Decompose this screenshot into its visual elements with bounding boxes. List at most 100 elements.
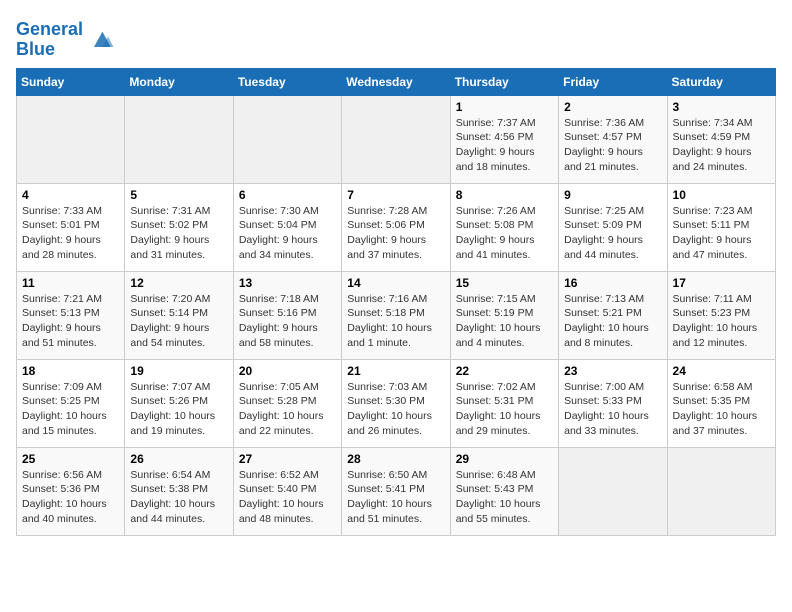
cell-content: Sunrise: 7:34 AM Sunset: 4:59 PM Dayligh… [673, 116, 770, 175]
calendar-cell: 16Sunrise: 7:13 AM Sunset: 5:21 PM Dayli… [559, 271, 667, 359]
calendar-cell: 1Sunrise: 7:37 AM Sunset: 4:56 PM Daylig… [450, 95, 558, 183]
calendar-cell: 17Sunrise: 7:11 AM Sunset: 5:23 PM Dayli… [667, 271, 775, 359]
day-number: 7 [347, 188, 444, 202]
cell-content: Sunrise: 7:16 AM Sunset: 5:18 PM Dayligh… [347, 292, 444, 351]
day-number: 26 [130, 452, 227, 466]
logo-icon [87, 26, 115, 54]
calendar-cell: 3 Sunrise: 7:34 AM Sunset: 4:59 PM Daylig… [667, 95, 775, 183]
cell-content: Sunrise: 6:48 AM Sunset: 5:43 PM Dayligh… [456, 468, 553, 527]
day-number: 25 [22, 452, 119, 466]
cell-content: Sunrise: 7:33 AM Sunset: 5:01 PM Dayligh… [22, 204, 119, 263]
calendar-week-3: 11Sunrise: 7:21 AM Sunset: 5:13 PM Dayli… [17, 271, 776, 359]
calendar-cell: 7 Sunrise: 7:28 AM Sunset: 5:06 PM Daylig… [342, 183, 450, 271]
calendar-cell [342, 95, 450, 183]
day-number: 13 [239, 276, 336, 290]
weekday-header-saturday: Saturday [667, 68, 775, 95]
cell-content: Sunrise: 6:58 AM Sunset: 5:35 PM Dayligh… [673, 380, 770, 439]
calendar-cell [17, 95, 125, 183]
calendar-cell: 29 Sunrise: 6:48 AM Sunset: 5:43 PM Dayli… [450, 447, 558, 535]
cell-content: Sunrise: 7:05 AM Sunset: 5:28 PM Dayligh… [239, 380, 336, 439]
day-number: 8 [456, 188, 553, 202]
logo-blue: Blue [16, 39, 55, 59]
day-number: 29 [456, 452, 553, 466]
day-number: 19 [130, 364, 227, 378]
cell-content: Sunrise: 7:31 AM Sunset: 5:02 PM Dayligh… [130, 204, 227, 263]
day-number: 24 [673, 364, 770, 378]
weekday-header-friday: Friday [559, 68, 667, 95]
cell-content: Sunrise: 7:15 AM Sunset: 5:19 PM Dayligh… [456, 292, 553, 351]
calendar-cell: 28 Sunrise: 6:50 AM Sunset: 5:41 PM Dayli… [342, 447, 450, 535]
cell-content: Sunrise: 7:28 AM Sunset: 5:06 PM Dayligh… [347, 204, 444, 263]
day-number: 6 [239, 188, 336, 202]
day-number: 21 [347, 364, 444, 378]
calendar-cell [667, 447, 775, 535]
calendar-cell: 24 Sunrise: 6:58 AM Sunset: 5:35 PM Dayli… [667, 359, 775, 447]
calendar-cell: 8 Sunrise: 7:26 AM Sunset: 5:08 PM Daylig… [450, 183, 558, 271]
day-number: 15 [456, 276, 553, 290]
day-number: 27 [239, 452, 336, 466]
calendar-cell: 11Sunrise: 7:21 AM Sunset: 5:13 PM Dayli… [17, 271, 125, 359]
cell-content: Sunrise: 6:54 AM Sunset: 5:38 PM Dayligh… [130, 468, 227, 527]
calendar-cell: 5 Sunrise: 7:31 AM Sunset: 5:02 PM Daylig… [125, 183, 233, 271]
calendar-cell: 14 Sunrise: 7:16 AM Sunset: 5:18 PM Dayli… [342, 271, 450, 359]
cell-content: Sunrise: 7:02 AM Sunset: 5:31 PM Dayligh… [456, 380, 553, 439]
calendar-cell: 25 Sunrise: 6:56 AM Sunset: 5:36 PM Dayli… [17, 447, 125, 535]
day-number: 28 [347, 452, 444, 466]
calendar-cell [233, 95, 341, 183]
cell-content: Sunrise: 7:26 AM Sunset: 5:08 PM Dayligh… [456, 204, 553, 263]
cell-content: Sunrise: 7:37 AM Sunset: 4:56 PM Dayligh… [456, 116, 553, 175]
cell-content: Sunrise: 7:21 AM Sunset: 5:13 PM Dayligh… [22, 292, 119, 351]
calendar-cell: 13 Sunrise: 7:18 AM Sunset: 5:16 PM Dayli… [233, 271, 341, 359]
calendar-cell [125, 95, 233, 183]
day-number: 17 [673, 276, 770, 290]
calendar-cell: 2 Sunrise: 7:36 AM Sunset: 4:57 PM Daylig… [559, 95, 667, 183]
day-number: 2 [564, 100, 661, 114]
day-number: 22 [456, 364, 553, 378]
cell-content: Sunrise: 6:50 AM Sunset: 5:41 PM Dayligh… [347, 468, 444, 527]
calendar-cell: 21 Sunrise: 7:03 AM Sunset: 5:30 PM Dayli… [342, 359, 450, 447]
cell-content: Sunrise: 7:18 AM Sunset: 5:16 PM Dayligh… [239, 292, 336, 351]
calendar-week-4: 18 Sunrise: 7:09 AM Sunset: 5:25 PM Dayli… [17, 359, 776, 447]
calendar-table: SundayMondayTuesdayWednesdayThursdayFrid… [16, 68, 776, 536]
weekday-header-wednesday: Wednesday [342, 68, 450, 95]
weekday-header-sunday: Sunday [17, 68, 125, 95]
calendar-cell: 23Sunrise: 7:00 AM Sunset: 5:33 PM Dayli… [559, 359, 667, 447]
day-number: 14 [347, 276, 444, 290]
calendar-cell: 9Sunrise: 7:25 AM Sunset: 5:09 PM Daylig… [559, 183, 667, 271]
day-number: 10 [673, 188, 770, 202]
cell-content: Sunrise: 7:09 AM Sunset: 5:25 PM Dayligh… [22, 380, 119, 439]
cell-content: Sunrise: 6:56 AM Sunset: 5:36 PM Dayligh… [22, 468, 119, 527]
cell-content: Sunrise: 7:07 AM Sunset: 5:26 PM Dayligh… [130, 380, 227, 439]
weekday-header-tuesday: Tuesday [233, 68, 341, 95]
logo: General Blue [16, 20, 115, 60]
day-number: 4 [22, 188, 119, 202]
calendar-cell: 6 Sunrise: 7:30 AM Sunset: 5:04 PM Daylig… [233, 183, 341, 271]
weekday-header-row: SundayMondayTuesdayWednesdayThursdayFrid… [17, 68, 776, 95]
cell-content: Sunrise: 7:30 AM Sunset: 5:04 PM Dayligh… [239, 204, 336, 263]
page-header: General Blue [16, 16, 776, 60]
cell-content: Sunrise: 7:00 AM Sunset: 5:33 PM Dayligh… [564, 380, 661, 439]
calendar-cell [559, 447, 667, 535]
weekday-header-thursday: Thursday [450, 68, 558, 95]
logo-general: General [16, 19, 83, 39]
calendar-week-2: 4 Sunrise: 7:33 AM Sunset: 5:01 PM Daylig… [17, 183, 776, 271]
calendar-cell: 4 Sunrise: 7:33 AM Sunset: 5:01 PM Daylig… [17, 183, 125, 271]
cell-content: Sunrise: 7:23 AM Sunset: 5:11 PM Dayligh… [673, 204, 770, 263]
calendar-cell: 12Sunrise: 7:20 AM Sunset: 5:14 PM Dayli… [125, 271, 233, 359]
weekday-header-monday: Monday [125, 68, 233, 95]
calendar-week-1: 1Sunrise: 7:37 AM Sunset: 4:56 PM Daylig… [17, 95, 776, 183]
cell-content: Sunrise: 7:36 AM Sunset: 4:57 PM Dayligh… [564, 116, 661, 175]
day-number: 5 [130, 188, 227, 202]
calendar-cell: 26 Sunrise: 6:54 AM Sunset: 5:38 PM Dayli… [125, 447, 233, 535]
day-number: 3 [673, 100, 770, 114]
cell-content: Sunrise: 6:52 AM Sunset: 5:40 PM Dayligh… [239, 468, 336, 527]
day-number: 18 [22, 364, 119, 378]
calendar-cell: 20 Sunrise: 7:05 AM Sunset: 5:28 PM Dayli… [233, 359, 341, 447]
calendar-cell: 15 Sunrise: 7:15 AM Sunset: 5:19 PM Dayli… [450, 271, 558, 359]
calendar-cell: 22 Sunrise: 7:02 AM Sunset: 5:31 PM Dayli… [450, 359, 558, 447]
cell-content: Sunrise: 7:25 AM Sunset: 5:09 PM Dayligh… [564, 204, 661, 263]
cell-content: Sunrise: 7:03 AM Sunset: 5:30 PM Dayligh… [347, 380, 444, 439]
cell-content: Sunrise: 7:20 AM Sunset: 5:14 PM Dayligh… [130, 292, 227, 351]
day-number: 20 [239, 364, 336, 378]
calendar-cell: 10 Sunrise: 7:23 AM Sunset: 5:11 PM Dayli… [667, 183, 775, 271]
